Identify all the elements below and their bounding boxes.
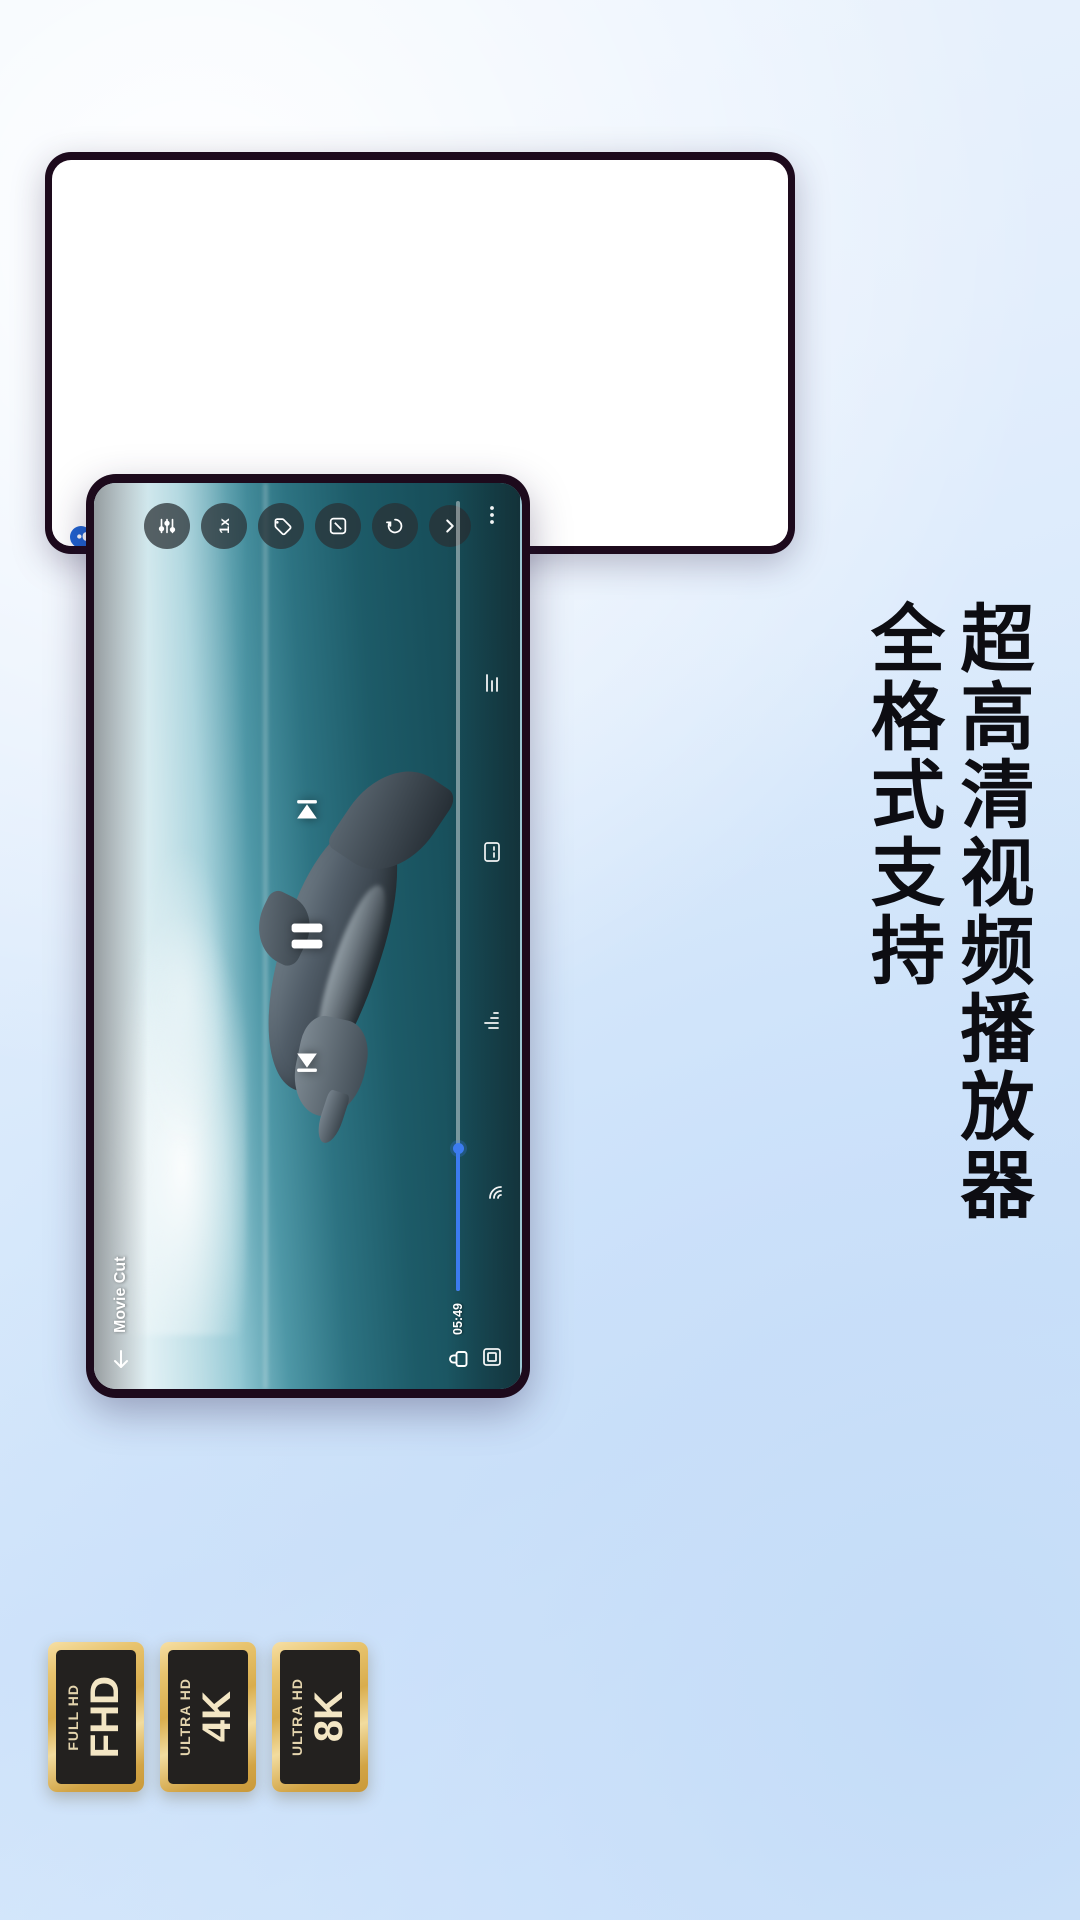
badge-8k: 8K ULTRA HD [272,1642,368,1792]
subtitle-icon[interactable] [480,840,504,864]
cast-icon[interactable] [480,1177,504,1201]
video-player-phone-frame: Movie Cut 1x 05:49 [86,474,530,1398]
badge-sub-label: FULL HD [64,1683,81,1751]
badge-sub-label: ULTRA HD [288,1678,305,1756]
headline-line-1: 超高清视频播放器 [948,600,1034,1224]
player-center-controls [284,483,330,1389]
playback-speed-button[interactable]: 1x [201,503,247,549]
quality-badge-row: FHD FULL HD 4K ULTRA HD 8K ULTRA HD [48,1642,368,1792]
badge-main-label: 8K [306,1691,351,1743]
more-options-icon[interactable] [480,503,504,527]
audio-track-icon[interactable] [480,1008,504,1032]
pause-icon[interactable] [284,913,330,959]
equalizer-bars-icon[interactable] [480,671,504,695]
previous-icon[interactable] [290,1045,324,1079]
seek-knob[interactable] [452,1142,464,1154]
back-arrow-icon[interactable] [109,1347,133,1371]
video-water-spray-secondary [136,845,231,1154]
current-time: 05:49 [451,1303,465,1335]
screenshot-icon[interactable] [480,1345,504,1369]
badge-main-label: 4K [194,1691,239,1743]
headline-line-2: 全格式支持 [858,600,945,990]
badge-main-label: FHD [82,1675,127,1759]
video-surface[interactable]: Movie Cut 1x 05:49 [94,483,520,1389]
playback-speed-label: 1x [216,518,232,534]
player-bottom-bar: 05:49 [446,483,520,1389]
player-top-bar: Movie Cut [94,483,148,1389]
badge-fhd: FHD FULL HD [48,1642,144,1792]
badge-4k: 4K ULTRA HD [160,1642,256,1792]
seek-fill [456,1148,460,1292]
equalizer-icon[interactable] [144,503,190,549]
player-title: Movie Cut [112,1256,129,1333]
seek-row: 05:49 [446,501,480,1371]
lock-icon[interactable] [446,1347,470,1371]
video-player-screen: Movie Cut 1x 05:49 [94,483,522,1389]
next-icon[interactable] [290,793,324,827]
dolphin-subject [222,737,469,1146]
bottom-icon-row [480,501,508,1371]
headline: 全格式支持 超高清视频播放器 [858,600,1034,1224]
badge-sub-label: ULTRA HD [176,1678,193,1756]
seek-bar[interactable] [452,501,464,1292]
loop-icon[interactable] [372,503,418,549]
